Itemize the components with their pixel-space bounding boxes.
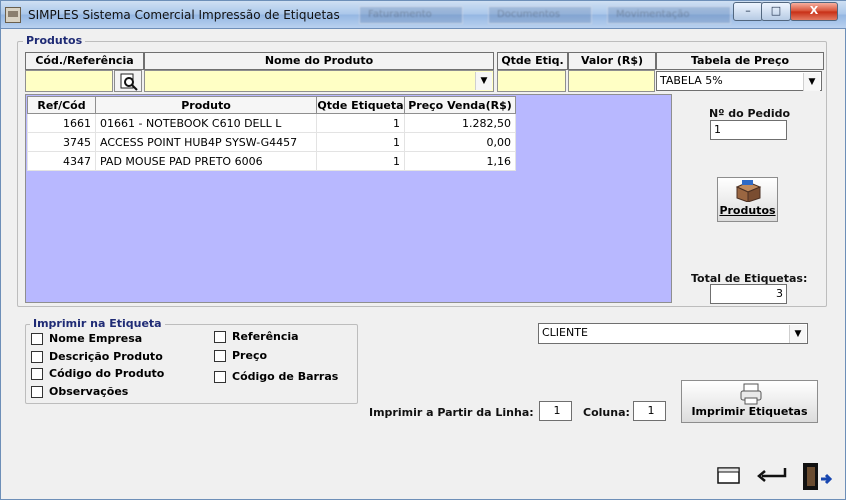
checkbox-label: Nome Empresa: [49, 332, 143, 345]
nome-produto-combo[interactable]: ▼: [144, 70, 494, 92]
row-qtde: 1: [316, 113, 405, 133]
produtos-legend: Produtos: [23, 34, 86, 47]
checkbox-referencia[interactable]: Referência: [214, 330, 299, 343]
window-icon: [5, 7, 21, 23]
grid-header-preco[interactable]: Preço Venda(R$): [404, 96, 516, 114]
tabela-preco-select[interactable]: TABELA 5% ▼: [656, 71, 822, 91]
row-produto: PAD MOUSE PAD PRETO 6006: [95, 151, 317, 171]
row-preco: 0,00: [404, 132, 516, 152]
calendar-icon[interactable]: [715, 463, 743, 487]
row-preco: 1,16: [404, 151, 516, 171]
grid-header-qtde[interactable]: Qtde Etiqueta: [316, 96, 405, 114]
checkbox-box[interactable]: [31, 367, 43, 380]
product-table[interactable]: Ref/Cód Produto Qtde Etiqueta Preço Vend…: [27, 96, 516, 171]
coluna-input[interactable]: 1: [633, 401, 666, 421]
row-produto: ACCESS POINT HUB4P SYSW-G4457: [95, 132, 317, 152]
return-arrow-icon[interactable]: [755, 466, 791, 484]
background-tab-documentos: Documentos: [488, 6, 592, 24]
valor-header: Valor (R$): [568, 52, 656, 70]
checkbox-label: Código de Barras: [232, 370, 339, 383]
checkbox-label: Descrição Produto: [49, 350, 163, 363]
tabela-preco-value: TABELA 5%: [660, 74, 723, 87]
imprimir-etiquetas-label: Imprimir Etiquetas: [691, 405, 808, 418]
checkbox-box[interactable]: [214, 370, 226, 383]
close-button[interactable]: X: [790, 2, 838, 21]
qtde-etiq-header: Qtde Etiq.: [497, 52, 568, 70]
row-ref: 3745: [27, 132, 96, 152]
maximize-button[interactable]: □: [761, 2, 791, 21]
checkbox-nome-empresa[interactable]: Nome Empresa: [31, 332, 142, 345]
checkbox-label: Referência: [232, 330, 299, 343]
grid-header-produto[interactable]: Produto: [95, 96, 317, 114]
cliente-select[interactable]: CLIENTE ▼: [538, 323, 808, 344]
cod-referencia-header: Cód./Referência: [25, 52, 144, 70]
row-preco: 1.282,50: [404, 113, 516, 133]
produtos-button-label: Produtos: [719, 204, 776, 217]
checkbox-observacoes[interactable]: Observações: [31, 385, 128, 398]
checkbox-box[interactable]: [214, 349, 226, 362]
checkbox-label: Preço: [232, 349, 268, 362]
linha-input[interactable]: 1: [539, 401, 572, 421]
product-grid[interactable]: Ref/Cód Produto Qtde Etiqueta Preço Vend…: [25, 94, 672, 303]
checkbox-descricao-produto[interactable]: Descrição Produto: [31, 350, 163, 363]
valor-input[interactable]: [568, 70, 655, 92]
checkbox-box[interactable]: [31, 385, 43, 398]
total-etiquetas-value: 3: [710, 284, 787, 304]
checkbox-codigo-barras[interactable]: Código de Barras: [214, 370, 338, 383]
checkbox-box[interactable]: [214, 330, 226, 343]
row-produto: 01661 - NOTEBOOK C610 DELL L: [95, 113, 317, 133]
checkbox-label: Código do Produto: [49, 367, 165, 380]
search-icon: [120, 73, 138, 91]
app-window: SIMPLES Sistema Comercial Impressão de E…: [0, 0, 846, 500]
table-row[interactable]: 4347 PAD MOUSE PAD PRETO 6006 1 1,16: [27, 151, 516, 171]
background-tab-movimentacao: Movimentação: [607, 6, 731, 24]
tabela-preco-header: Tabela de Preço: [656, 52, 824, 70]
cod-referencia-input[interactable]: [25, 70, 113, 92]
qtde-etiq-input[interactable]: [497, 70, 566, 92]
checkbox-preco[interactable]: Preço: [214, 349, 267, 362]
exit-door-icon[interactable]: [801, 460, 833, 494]
produtos-button[interactable]: Produtos: [717, 177, 778, 222]
chevron-down-icon[interactable]: ▼: [789, 325, 806, 343]
table-row[interactable]: 1661 01661 - NOTEBOOK C610 DELL L 1 1.282,5…: [27, 113, 516, 133]
pedido-label: Nº do Pedido: [709, 107, 791, 120]
row-ref: 4347: [27, 151, 96, 171]
window-title: SIMPLES Sistema Comercial Impressão de E…: [28, 8, 340, 22]
minimize-button[interactable]: –: [733, 2, 763, 21]
chevron-down-icon[interactable]: ▼: [475, 72, 492, 90]
row-qtde: 1: [316, 132, 405, 152]
pedido-input[interactable]: 1: [710, 120, 787, 140]
coluna-label: Coluna:: [583, 406, 630, 419]
imprimir-etiquetas-button[interactable]: Imprimir Etiquetas: [681, 380, 818, 423]
background-tab-faturamento: Faturamento: [359, 6, 463, 24]
grid-header-ref[interactable]: Ref/Cód: [27, 96, 96, 114]
imprimir-legend: Imprimir na Etiqueta: [30, 317, 165, 330]
checkbox-box[interactable]: [31, 332, 43, 345]
linha-label: Imprimir a Partir da Linha:: [369, 406, 534, 419]
checkbox-box[interactable]: [31, 350, 43, 363]
row-qtde: 1: [316, 151, 405, 171]
row-ref: 1661: [27, 113, 96, 133]
search-button[interactable]: [114, 70, 142, 92]
printer-icon: [740, 383, 762, 405]
box-icon: [735, 180, 762, 202]
chevron-down-icon[interactable]: ▼: [803, 73, 820, 91]
checkbox-codigo-produto[interactable]: Código do Produto: [31, 367, 164, 380]
checkbox-label: Observações: [49, 385, 129, 398]
cliente-value: CLIENTE: [542, 326, 588, 339]
title-bar[interactable]: SIMPLES Sistema Comercial Impressão de E…: [1, 1, 846, 29]
nome-produto-header: Nome do Produto: [144, 52, 494, 70]
table-row[interactable]: 3745 ACCESS POINT HUB4P SYSW-G4457 1 0,00: [27, 132, 516, 152]
